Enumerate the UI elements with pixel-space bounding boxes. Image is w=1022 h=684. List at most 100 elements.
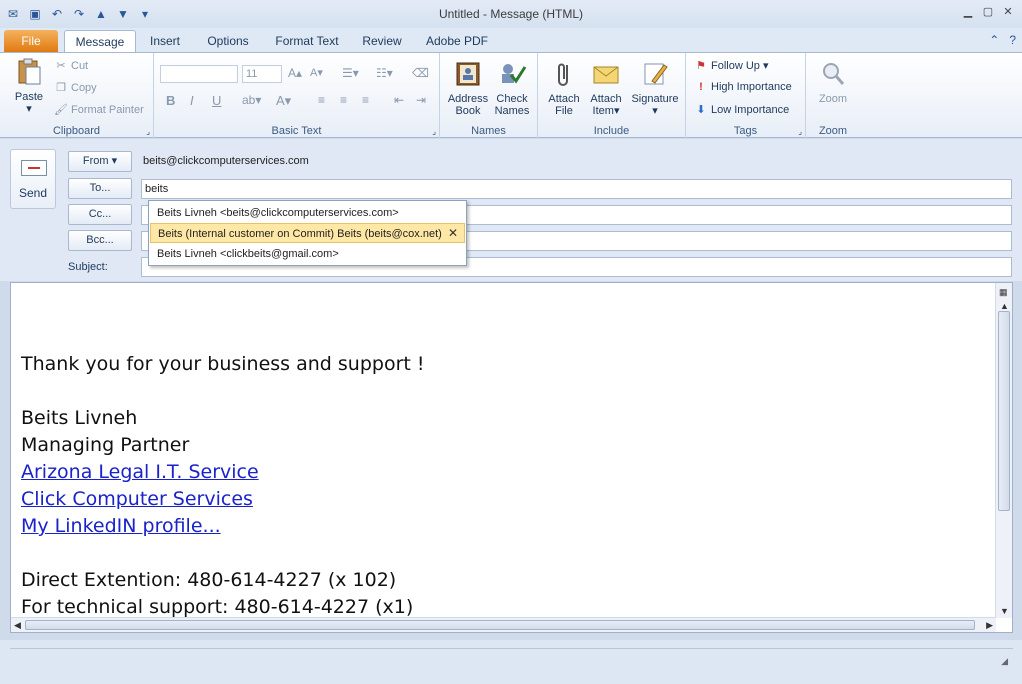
scroll-up-icon[interactable]: ▲ [1000, 301, 1009, 311]
basic-text-group: 11 A▴ A▾ ☰▾ ☷▾ ⌫ B I U ab▾ A▾ ≡ ≡ ≡ ⇤ ⇥ … [154, 53, 440, 139]
underline-icon[interactable]: U [212, 93, 221, 108]
send-button[interactable]: Send [10, 149, 56, 209]
flag-icon: ⚑ [696, 60, 706, 72]
align-left-icon[interactable]: ≡ [318, 93, 325, 107]
help-icon[interactable]: ? [1009, 33, 1016, 47]
maximize-icon[interactable]: ▢ [980, 4, 996, 20]
autocomplete-item[interactable]: Beits Livneh <clickbeits@gmail.com> [150, 244, 465, 264]
basic-text-launcher-icon[interactable]: ⌟ [432, 127, 436, 136]
delete-suggestion-icon[interactable]: ✕ [448, 226, 458, 240]
bullets-icon[interactable]: ☰▾ [342, 66, 359, 80]
numbering-icon[interactable]: ☷▾ [376, 66, 393, 80]
attach-item-label-1: Attach [590, 93, 622, 105]
envelope-icon [593, 66, 619, 84]
from-value: beits@clickcomputerservices.com [143, 155, 309, 167]
link-linkedin[interactable]: My LinkedIN profile... [21, 515, 221, 537]
ribbon-tabs: File Message Insert Options Format Text … [0, 28, 1022, 52]
check-names-label-2: Names [494, 105, 530, 117]
link-click-computer-services[interactable]: Click Computer Services [21, 488, 253, 510]
font-size-combo[interactable]: 11 [242, 65, 282, 83]
vertical-scrollbar[interactable]: ▦ ▲ ▼ [995, 283, 1012, 618]
horizontal-scrollbar[interactable]: ◀ ▶ [11, 617, 996, 632]
include-group: Attach File Attach Item▾ Signature ▾ Includ… [538, 53, 686, 139]
follow-up-label: Follow Up [711, 60, 760, 72]
attach-item-label-2: Item [592, 105, 614, 117]
signature-icon [644, 63, 668, 85]
italic-button[interactable]: I [190, 93, 194, 108]
attach-item-button[interactable]: Attach Item▾ [584, 59, 628, 117]
send-envelope-icon [21, 160, 47, 176]
exclamation-icon: ! [699, 81, 703, 93]
signature-button[interactable]: Signature ▾ [628, 59, 682, 117]
paste-label: Paste [14, 91, 44, 103]
collapse-ribbon-icon[interactable]: ⌃ [989, 33, 999, 47]
tab-insert[interactable]: Insert [140, 30, 190, 52]
high-importance-button[interactable]: ! High Importance [694, 81, 792, 93]
shrink-font-icon[interactable]: A▾ [310, 66, 323, 79]
tab-options[interactable]: Options [200, 30, 256, 52]
check-names-label-1: Check [496, 93, 528, 105]
highlight-icon[interactable]: ab▾ [242, 93, 261, 107]
message-body[interactable]: Thank you for your business and support … [10, 282, 1013, 633]
font-name-combo[interactable] [160, 65, 238, 83]
scroll-left-icon[interactable]: ◀ [14, 620, 21, 631]
link-arizona-legal[interactable]: Arizona Legal I.T. Service [21, 461, 259, 483]
low-importance-button[interactable]: ⬇ Low Importance [694, 103, 789, 116]
tab-review[interactable]: Review [356, 30, 408, 52]
tab-message[interactable]: Message [64, 30, 136, 52]
copy-button[interactable]: ❐ Copy [54, 81, 97, 94]
increase-indent-icon[interactable]: ⇥ [416, 93, 426, 107]
tags-group: ⚑ Follow Up ▾ ! High Importance ⬇ Low Impor… [686, 53, 806, 139]
status-divider [10, 648, 1013, 649]
from-button[interactable]: From ▾ [68, 151, 132, 172]
ruler-icon[interactable]: ▦ [999, 287, 1008, 298]
paste-button[interactable]: Paste ▾ [8, 57, 50, 115]
autocomplete-item-selected[interactable]: Beits (Internal customer on Commit) Beit… [150, 223, 465, 243]
signature-label: Signature [631, 93, 679, 105]
tab-adobe-pdf[interactable]: Adobe PDF [420, 30, 494, 52]
bold-button[interactable]: B [166, 93, 175, 108]
tab-format-text[interactable]: Format Text [270, 30, 344, 52]
address-book-label-2: Book [455, 105, 481, 117]
cc-button[interactable]: Cc... [68, 204, 132, 225]
cut-button[interactable]: ✂ Cut [54, 59, 88, 72]
vertical-scroll-thumb[interactable] [998, 311, 1010, 511]
tags-group-label: Tags [733, 125, 758, 137]
resize-grip-icon[interactable]: ◢ [1001, 656, 1008, 667]
to-field[interactable]: beits [141, 179, 1012, 199]
to-button[interactable]: To... [68, 178, 132, 199]
minimize-icon[interactable]: ▁ [960, 4, 976, 20]
close-icon[interactable]: ✕ [1000, 4, 1016, 20]
signature-name: Beits Livneh [21, 407, 138, 429]
tab-file[interactable]: File [4, 30, 58, 52]
format-painter-button[interactable]: 🖌 Format Painter [54, 103, 144, 116]
high-importance-label: High Importance [711, 81, 792, 93]
zoom-label: Zoom [818, 93, 848, 105]
address-book-button[interactable]: Address Book [446, 59, 490, 117]
clipboard-launcher-icon[interactable]: ⌟ [146, 127, 150, 136]
clear-formatting-icon[interactable]: ⌫ [412, 66, 429, 80]
follow-up-button[interactable]: ⚑ Follow Up ▾ [694, 59, 768, 72]
zoom-button[interactable]: Zoom [810, 59, 856, 105]
bcc-button[interactable]: Bcc... [68, 230, 132, 251]
scissors-icon: ✂ [56, 60, 66, 72]
tags-launcher-icon[interactable]: ⌟ [798, 127, 802, 136]
align-center-icon[interactable]: ≡ [340, 93, 347, 107]
basic-text-group-label: Basic Text [271, 125, 322, 137]
direct-extension: Direct Extention: 480-614-4227 (x 102) [21, 569, 397, 591]
font-color-button[interactable]: A▾ [276, 93, 291, 109]
autocomplete-item[interactable]: Beits Livneh <beits@clickcomputerservice… [150, 203, 465, 223]
scroll-down-icon[interactable]: ▼ [1000, 606, 1009, 616]
align-right-icon[interactable]: ≡ [362, 93, 369, 107]
attach-file-button[interactable]: Attach File [542, 59, 586, 117]
send-label: Send [18, 186, 48, 200]
scroll-right-icon[interactable]: ▶ [986, 620, 993, 631]
paste-dropdown-icon[interactable]: ▾ [26, 103, 32, 115]
signature-dropdown-icon[interactable]: ▾ [652, 105, 658, 117]
check-names-button[interactable]: Check Names [490, 59, 534, 117]
zoom-group-label: Zoom [818, 125, 848, 137]
body-content[interactable]: Thank you for your business and support … [21, 351, 425, 621]
decrease-indent-icon[interactable]: ⇤ [394, 93, 404, 107]
horizontal-scroll-thumb[interactable] [25, 620, 975, 630]
grow-font-icon[interactable]: A▴ [288, 66, 302, 80]
